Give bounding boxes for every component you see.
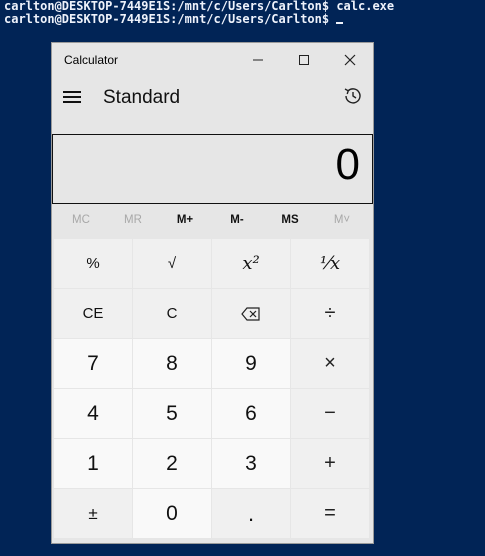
window-title: Calculator	[64, 53, 119, 67]
memory-add-button[interactable]: M+	[158, 214, 212, 226]
negate-button[interactable]: ±	[54, 489, 132, 538]
digit-9-button[interactable]: 9	[212, 339, 290, 388]
minimize-button[interactable]	[235, 43, 281, 76]
digit-7-button[interactable]: 7	[54, 339, 132, 388]
backspace-button[interactable]	[212, 289, 290, 338]
terminal-output: carlton@DESKTOP-7449E1S:/mnt/c/Users/Car…	[4, 0, 394, 26]
keypad: % √ x² ⅟x CE C ÷ 7 8 9 × 4 5 6 − 1 2 3 +…	[52, 239, 373, 543]
close-button[interactable]	[327, 43, 373, 76]
memory-clear-button[interactable]: MC	[54, 214, 108, 226]
square-button[interactable]: x²	[212, 239, 290, 288]
digit-3-button[interactable]: 3	[212, 439, 290, 488]
digit-8-button[interactable]: 8	[133, 339, 211, 388]
memory-list-button[interactable]: M˅	[315, 214, 369, 226]
hamburger-menu-icon[interactable]	[63, 91, 81, 105]
maximize-icon	[299, 54, 309, 65]
memory-row: MC MR M+ M- MS M˅	[52, 214, 373, 234]
terminal-cursor	[336, 22, 344, 24]
digit-6-button[interactable]: 6	[212, 389, 290, 438]
maximize-button[interactable]	[281, 43, 327, 76]
equals-button[interactable]: =	[291, 489, 369, 538]
display-value: 0	[335, 140, 360, 189]
header: Standard	[52, 79, 373, 119]
subtract-button[interactable]: −	[291, 389, 369, 438]
sqrt-button[interactable]: √	[133, 239, 211, 288]
minimize-icon	[253, 59, 263, 60]
divide-button[interactable]: ÷	[291, 289, 369, 338]
add-button[interactable]: +	[291, 439, 369, 488]
clear-button[interactable]: C	[133, 289, 211, 338]
memory-store-button[interactable]: MS	[263, 214, 317, 226]
calculator-window: Calculator Standard 0 MC MR M+ M- MS M˅	[52, 43, 373, 543]
backspace-icon	[241, 306, 260, 321]
digit-1-button[interactable]: 1	[54, 439, 132, 488]
decimal-button[interactable]: .	[212, 489, 290, 538]
history-icon[interactable]	[342, 85, 364, 107]
reciprocal-button[interactable]: ⅟x	[291, 239, 369, 288]
reciprocal-label: ⅟x	[319, 253, 341, 274]
result-display: 0	[52, 134, 373, 204]
memory-subtract-button[interactable]: M-	[210, 214, 264, 226]
terminal-prompt: carlton@DESKTOP-7449E1S:/mnt/c/Users/Car…	[4, 12, 337, 26]
digit-2-button[interactable]: 2	[133, 439, 211, 488]
multiply-button[interactable]: ×	[291, 339, 369, 388]
title-bar[interactable]: Calculator	[52, 43, 373, 76]
clear-entry-button[interactable]: CE	[54, 289, 132, 338]
square-label: x²	[242, 253, 260, 274]
percent-button[interactable]: %	[54, 239, 132, 288]
memory-recall-button[interactable]: MR	[106, 214, 160, 226]
digit-4-button[interactable]: 4	[54, 389, 132, 438]
mode-title: Standard	[103, 87, 181, 108]
close-icon	[344, 54, 356, 65]
digit-0-button[interactable]: 0	[133, 489, 211, 538]
digit-5-button[interactable]: 5	[133, 389, 211, 438]
terminal-line-2: carlton@DESKTOP-7449E1S:/mnt/c/Users/Car…	[4, 13, 394, 26]
